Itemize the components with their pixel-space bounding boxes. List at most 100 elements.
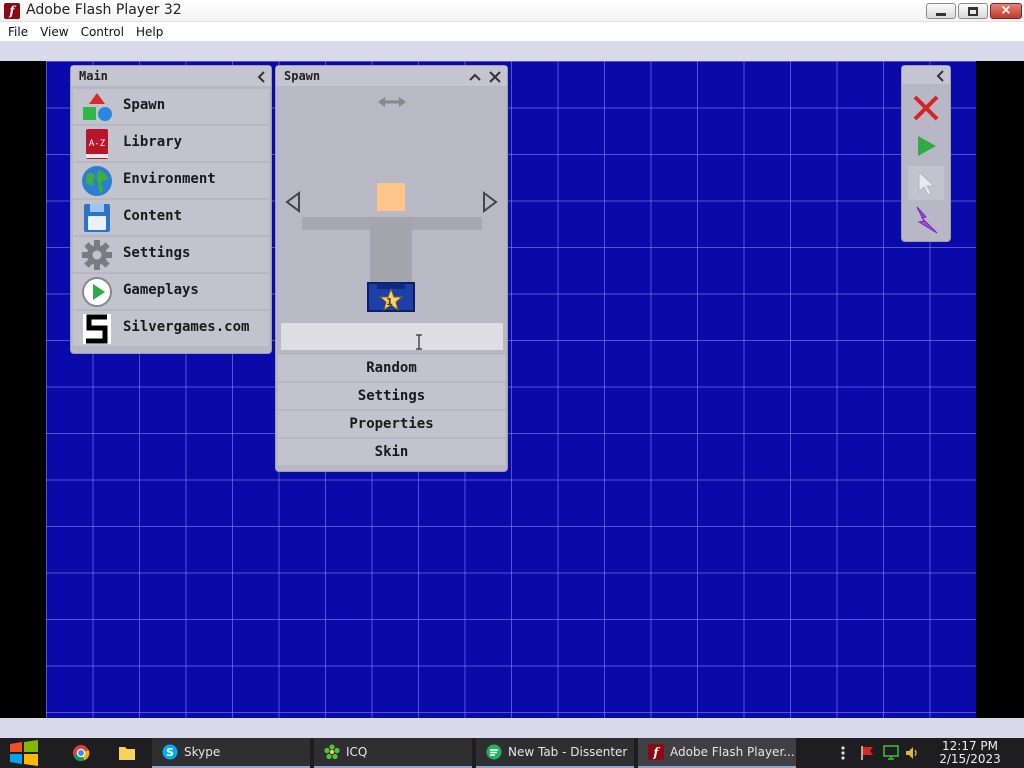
- svg-text:S: S: [166, 746, 174, 759]
- taskbar-dissenter[interactable]: New Tab - Dissenter: [476, 738, 634, 768]
- character-preview[interactable]: 1: [278, 87, 505, 321]
- previous-character-arrow-icon[interactable]: [284, 191, 302, 213]
- random-button[interactable]: Random: [278, 355, 505, 381]
- menu-view[interactable]: View: [34, 25, 74, 39]
- character-badge-number: 1: [386, 297, 393, 308]
- spawn-panel-header: Spawn: [276, 66, 507, 86]
- taskbar-file-explorer[interactable]: [112, 738, 142, 768]
- close-spawn-panel-button[interactable]: [486, 68, 504, 85]
- chrome-icon: [73, 745, 90, 762]
- main-item-label: Settings: [123, 245, 191, 261]
- main-item-label: Content: [123, 208, 183, 224]
- main-item-label: Gameplays: [123, 282, 199, 298]
- lightning-icon: [916, 206, 938, 234]
- gear-icon: [82, 240, 112, 270]
- start-button[interactable]: [8, 738, 48, 768]
- character-figure: [302, 183, 482, 312]
- taskbar-item-label: Skype: [184, 745, 221, 759]
- globe-icon: [82, 166, 112, 196]
- menu-control[interactable]: Control: [75, 25, 130, 39]
- restore-button[interactable]: [958, 3, 988, 19]
- skin-button[interactable]: Skin: [278, 439, 505, 465]
- main-item-label: Library: [123, 134, 183, 150]
- play-icon: [918, 136, 936, 156]
- main-item-label: Silvergames.com: [123, 319, 250, 335]
- taskbar-chrome[interactable]: [66, 738, 96, 768]
- play-icon: [82, 277, 112, 307]
- shapes-icon: [83, 93, 112, 121]
- stage-right-border: [976, 61, 1024, 718]
- taskbar-icq[interactable]: ICQ: [314, 738, 472, 768]
- collapse-spawn-panel-button[interactable]: [466, 68, 484, 85]
- minimize-button[interactable]: [926, 3, 956, 19]
- main-item-spawn[interactable]: Spawn: [73, 89, 269, 124]
- speaker-icon: [906, 747, 917, 759]
- silvergames-logo-icon: [83, 314, 111, 344]
- minimize-icon: [936, 12, 946, 16]
- properties-button[interactable]: Properties: [278, 411, 505, 437]
- tray-volume[interactable]: [903, 738, 921, 768]
- main-panel-title: Main: [79, 69, 108, 83]
- main-item-silvergames[interactable]: Silvergames.com: [73, 311, 269, 346]
- a-z-book-icon: A-Z: [86, 129, 108, 159]
- lightning-tool-button[interactable]: [908, 203, 944, 237]
- menu-file[interactable]: File: [2, 25, 34, 39]
- dissenter-icon: [486, 744, 502, 760]
- main-item-label: Spawn: [123, 97, 166, 113]
- more-vertical-icon: [841, 746, 845, 760]
- tray-action-center[interactable]: [856, 738, 878, 768]
- main-item-environment[interactable]: Environment: [73, 163, 269, 198]
- taskbar-item-label: Adobe Flash Player...: [670, 745, 795, 759]
- floppy-disk-icon: [84, 204, 110, 232]
- spawn-name-input[interactable]: [281, 323, 503, 350]
- taskbar-item-label: ICQ: [346, 745, 368, 759]
- close-icon: [489, 70, 501, 83]
- flash-player-icon: f: [4, 3, 20, 19]
- stage-top-strip: [0, 41, 1024, 61]
- tray-overflow-button[interactable]: [836, 738, 850, 768]
- main-item-gameplays[interactable]: Gameplays: [73, 274, 269, 309]
- main-panel-header: Main: [71, 66, 271, 86]
- clock-date: 2/15/2023: [939, 752, 1001, 766]
- window-title: Adobe Flash Player 32: [26, 2, 182, 18]
- main-item-settings[interactable]: Settings: [73, 237, 269, 272]
- windows-logo-icon: [10, 740, 38, 766]
- main-item-library[interactable]: A-Z Library: [73, 126, 269, 161]
- tool-panel: [902, 66, 950, 241]
- stage-left-border: [0, 61, 46, 718]
- cursor-icon: [918, 170, 936, 196]
- tool-panel-header: [902, 66, 950, 84]
- restore-icon: [968, 6, 978, 16]
- taskbar-flash-player[interactable]: f Adobe Flash Player...: [638, 738, 796, 768]
- chevron-left-icon: [936, 69, 944, 82]
- taskbar-item-label: New Tab - Dissenter: [508, 745, 628, 759]
- flash-player-icon: f: [648, 744, 664, 760]
- spawn-settings-button[interactable]: Settings: [278, 383, 505, 409]
- window-titlebar: f Adobe Flash Player 32 ×: [0, 0, 1024, 22]
- main-item-content[interactable]: Content: [73, 200, 269, 235]
- chevron-left-icon: [257, 70, 265, 83]
- menu-help[interactable]: Help: [130, 25, 169, 39]
- taskbar-skype[interactable]: S Skype: [152, 738, 310, 768]
- close-icon: ×: [1000, 3, 1012, 18]
- horizontal-resize-arrow-icon[interactable]: [378, 95, 406, 109]
- main-panel: Main Spawn A-Z Library Environment Conte…: [71, 66, 271, 353]
- icq-flower-icon: [324, 744, 340, 760]
- skype-icon: S: [162, 744, 178, 760]
- delete-x-icon: [913, 95, 939, 121]
- stage-bottom-strip: [0, 718, 1024, 738]
- taskbar-clock[interactable]: 12:17 PM 2/15/2023: [930, 740, 1010, 766]
- collapse-tool-panel-button[interactable]: [932, 67, 950, 84]
- select-tool-button[interactable]: [908, 166, 944, 200]
- play-tool-button[interactable]: [908, 129, 944, 163]
- collapse-main-panel-button[interactable]: [253, 68, 271, 85]
- network-icon: [883, 745, 899, 760]
- taskbar: S Skype ICQ New Tab - Dissenter f Adobe …: [0, 738, 1024, 768]
- text-cursor-icon: [416, 334, 422, 350]
- main-item-label: Environment: [123, 171, 216, 187]
- spawn-panel-title: Spawn: [284, 69, 321, 83]
- delete-tool-button[interactable]: [908, 91, 944, 125]
- red-flag-icon: [861, 746, 873, 760]
- tray-network[interactable]: [880, 738, 902, 768]
- close-button[interactable]: ×: [990, 3, 1022, 19]
